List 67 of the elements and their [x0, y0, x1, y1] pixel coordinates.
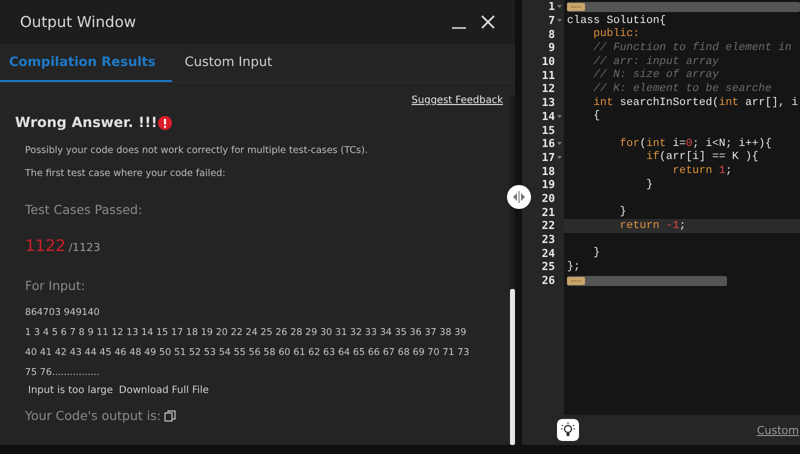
lightbulb-icon[interactable]	[557, 419, 579, 441]
code-line: {	[592, 110, 600, 122]
section-label: Test Cases Passed:	[25, 202, 144, 217]
line-number: 23	[542, 233, 555, 246]
code-line: // arr: input array	[592, 56, 719, 68]
input-line: 1 3 4 5 6 7 8 9 11 12 13 14 15 17 18 19 20 22 24 25 26 28 29 30 31 32 33 34 35 36 37 38 39	[25, 326, 468, 340]
fold-arrow-icon[interactable]	[557, 114, 562, 119]
line-number: 26	[542, 274, 555, 288]
line-number: 25	[542, 260, 555, 274]
copy-icon[interactable]	[164, 410, 176, 422]
code-line: }	[592, 247, 600, 260]
fold-arrow-icon[interactable]	[557, 141, 562, 146]
fold-arrow-icon[interactable]	[557, 4, 562, 10]
code-line: int searchInSorted(int arr[], i	[592, 96, 798, 109]
code-line: // Function to find element in	[592, 42, 792, 54]
line-number: 14	[542, 110, 555, 123]
code-line: return -1;	[618, 220, 686, 232]
input-line: 75 76................	[25, 366, 101, 380]
code-line: }	[645, 178, 653, 191]
line-number: 11	[542, 68, 555, 82]
fold-arrow-icon[interactable]	[557, 18, 562, 24]
error-icon	[158, 116, 172, 130]
folded-code-bar[interactable]	[567, 276, 727, 286]
line-number: 12	[542, 82, 555, 96]
line-number: 24	[542, 246, 555, 260]
code-line: public:	[592, 28, 640, 40]
line-number: 9	[548, 41, 555, 54]
input-line: 40 41 42 43 44 45 46 48 49 50 51 52 53 54 55 56 58 60 61 62 63 64 65 66 67 68 69 70 71 73	[25, 346, 470, 360]
input-line: 864703 949140	[25, 306, 101, 320]
code-line: // K: element to be searche	[592, 82, 772, 95]
close-icon[interactable]	[481, 15, 495, 29]
folded-code-bar[interactable]	[567, 2, 800, 12]
line-number: 13	[542, 96, 555, 110]
download-link[interactable]: Download Full File	[118, 385, 209, 396]
passed-count: 1122	[25, 236, 66, 255]
line-number: 10	[542, 55, 555, 68]
line-number: 22	[542, 219, 555, 232]
line-number: 1	[548, 0, 555, 14]
line-number: 16	[542, 137, 555, 150]
code-line: for(int i=0; i<N; i++){	[618, 138, 772, 150]
code-line: return 1;	[672, 165, 732, 178]
verdict-heading: Wrong Answer. !!!	[15, 115, 158, 131]
scrollbar[interactable]	[510, 96, 515, 445]
line-number: 20	[542, 192, 555, 205]
code-line: // N: size of array	[592, 69, 719, 82]
tab[interactable]: Custom Input	[176, 44, 286, 82]
line-number: 18	[542, 164, 555, 178]
line-number: 7	[548, 14, 555, 28]
window-title: Output Window	[20, 13, 138, 31]
suggest-feedback-link[interactable]: Suggest Feedback	[412, 95, 503, 106]
line-number: 8	[548, 28, 555, 41]
notice-text: Input is too large	[28, 385, 113, 396]
section-label: Your Code's output is:	[25, 408, 161, 423]
line-number: 15	[542, 124, 555, 137]
section-label: For Input:	[25, 278, 86, 293]
code-line: }	[618, 206, 626, 218]
line-number: 17	[542, 150, 555, 164]
line-number: 21	[542, 206, 555, 219]
fold-arrow-icon[interactable]	[557, 154, 562, 160]
message-text: Possibly your code does not work correctly for multiple test-cases (TCs).	[25, 145, 369, 156]
code-line: class Solution{	[567, 14, 666, 27]
message-text: The first test case where your code failed:	[25, 168, 226, 179]
code-line: if(arr[i] == K ){	[645, 151, 758, 164]
custom-link[interactable]: Custom	[756, 424, 799, 436]
code-line: };	[567, 260, 580, 273]
total-count: /1123	[68, 241, 100, 254]
line-number: 19	[542, 178, 555, 192]
